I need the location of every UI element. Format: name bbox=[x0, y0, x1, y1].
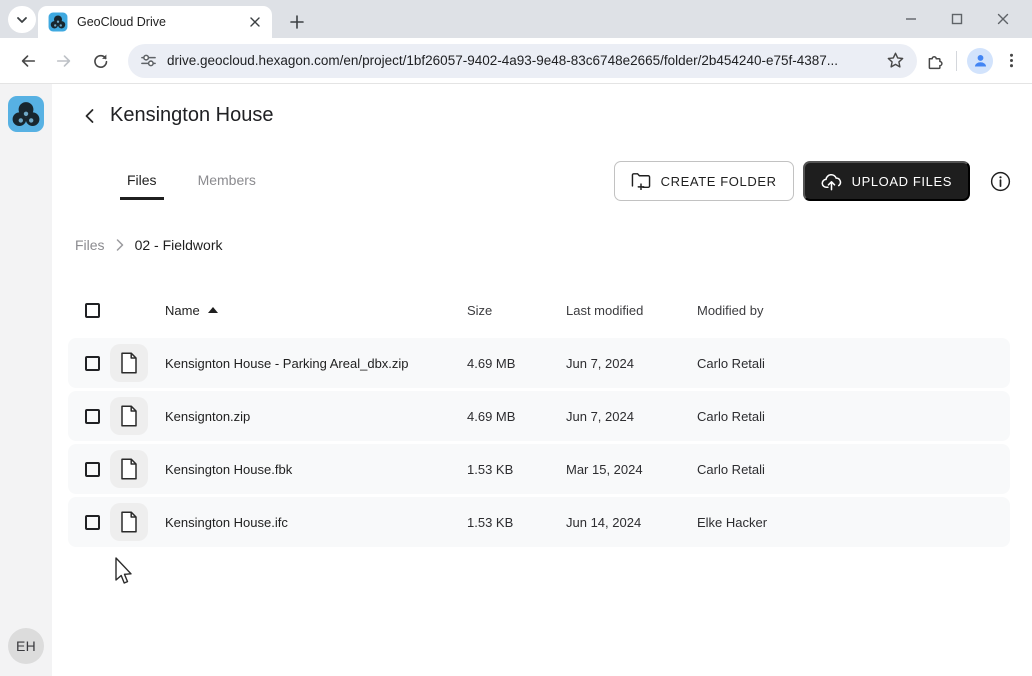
file-icon bbox=[120, 511, 138, 533]
cloud-upload-icon bbox=[821, 172, 842, 191]
window-close-button[interactable] bbox=[992, 8, 1014, 30]
tab-files[interactable]: Files bbox=[120, 170, 164, 200]
window-minimize-button[interactable] bbox=[900, 8, 922, 30]
file-last-modified: Mar 15, 2024 bbox=[566, 462, 697, 477]
window-maximize-button[interactable] bbox=[946, 8, 968, 30]
tab-members[interactable]: Members bbox=[191, 170, 263, 200]
extensions-icon[interactable] bbox=[925, 50, 946, 71]
upload-files-button[interactable]: UPLOAD FILES bbox=[803, 161, 970, 201]
file-size: 1.53 KB bbox=[467, 515, 566, 530]
file-type-chip bbox=[110, 503, 148, 541]
column-header-modified-by[interactable]: Modified by bbox=[697, 303, 1010, 318]
browser-menu-icon[interactable] bbox=[1003, 52, 1020, 69]
site-settings-icon[interactable] bbox=[140, 52, 157, 69]
breadcrumb-current: 02 - Fieldwork bbox=[135, 237, 223, 253]
browser-toolbar: drive.geocloud.hexagon.com/en/project/1b… bbox=[0, 38, 1032, 84]
file-size: 4.69 MB bbox=[467, 409, 566, 424]
file-table: Name Size Last modified Modified by Kens… bbox=[68, 290, 1010, 550]
column-header-name[interactable]: Name bbox=[165, 303, 467, 318]
back-arrow-icon bbox=[19, 52, 37, 70]
table-row[interactable]: Kensington House.ifc 1.53 KB Jun 14, 202… bbox=[68, 497, 1010, 547]
app-sidebar: EH bbox=[0, 84, 52, 676]
tab-search-button[interactable] bbox=[8, 6, 36, 33]
chevron-left-icon bbox=[82, 108, 98, 124]
file-modified-by: Carlo Retali bbox=[697, 462, 1010, 477]
table-row[interactable]: Kensignton House - Parking Areal_dbx.zip… bbox=[68, 338, 1010, 388]
file-type-chip bbox=[110, 397, 148, 435]
file-last-modified: Jun 14, 2024 bbox=[566, 515, 697, 530]
folder-plus-icon bbox=[631, 172, 651, 190]
upload-files-label: UPLOAD FILES bbox=[852, 174, 952, 189]
page-title: Kensington House bbox=[110, 104, 273, 127]
bookmark-star-icon[interactable] bbox=[886, 51, 905, 70]
file-last-modified: Jun 7, 2024 bbox=[566, 356, 697, 371]
geocloud-logo[interactable] bbox=[8, 96, 44, 132]
row-checkbox[interactable] bbox=[85, 462, 100, 477]
breadcrumb: Files 02 - Fieldwork bbox=[75, 237, 222, 253]
column-header-size[interactable]: Size bbox=[467, 303, 566, 318]
row-checkbox[interactable] bbox=[85, 356, 100, 371]
file-icon bbox=[120, 405, 138, 427]
tab-title: GeoCloud Drive bbox=[77, 15, 246, 29]
sort-asc-icon bbox=[208, 307, 218, 313]
new-tab-button[interactable] bbox=[284, 9, 310, 35]
row-checkbox[interactable] bbox=[85, 409, 100, 424]
profile-person-icon bbox=[972, 52, 989, 69]
reload-button[interactable] bbox=[84, 45, 116, 77]
file-name: Kensignton House - Parking Areal_dbx.zip bbox=[165, 356, 467, 371]
back-nav-button[interactable] bbox=[12, 45, 44, 77]
page-back-button[interactable] bbox=[80, 106, 100, 126]
file-last-modified: Jun 7, 2024 bbox=[566, 409, 697, 424]
user-avatar[interactable]: EH bbox=[8, 628, 44, 664]
browser-tabstrip: GeoCloud Drive bbox=[0, 0, 1032, 38]
file-icon bbox=[120, 458, 138, 480]
chevron-down-icon bbox=[15, 13, 29, 27]
url-bar[interactable]: drive.geocloud.hexagon.com/en/project/1b… bbox=[128, 44, 917, 78]
file-name: Kensington House.fbk bbox=[165, 462, 467, 477]
info-button[interactable] bbox=[988, 169, 1012, 193]
view-tabs: Files Members bbox=[120, 170, 263, 200]
reload-icon bbox=[91, 52, 109, 70]
file-icon bbox=[120, 352, 138, 374]
main-content: Kensington House Files Members CREATE FO… bbox=[52, 84, 1032, 676]
browser-tab[interactable]: GeoCloud Drive bbox=[38, 6, 272, 38]
file-modified-by: Carlo Retali bbox=[697, 356, 1010, 371]
file-size: 1.53 KB bbox=[467, 462, 566, 477]
table-header-row: Name Size Last modified Modified by bbox=[68, 290, 1010, 330]
file-name: Kensington House.ifc bbox=[165, 515, 467, 530]
geocloud-favicon bbox=[48, 12, 68, 32]
select-all-checkbox[interactable] bbox=[85, 303, 100, 318]
column-header-last-modified[interactable]: Last modified bbox=[566, 303, 697, 318]
forward-nav-button[interactable] bbox=[48, 45, 80, 77]
tab-close-icon[interactable] bbox=[246, 13, 264, 31]
file-name: Kensignton.zip bbox=[165, 409, 467, 424]
create-folder-label: CREATE FOLDER bbox=[661, 174, 777, 189]
table-row[interactable]: Kensington House.fbk 1.53 KB Mar 15, 202… bbox=[68, 444, 1010, 494]
file-size: 4.69 MB bbox=[467, 356, 566, 371]
file-type-chip bbox=[110, 450, 148, 488]
file-modified-by: Carlo Retali bbox=[697, 409, 1010, 424]
breadcrumb-files[interactable]: Files bbox=[75, 237, 105, 253]
browser-profile-button[interactable] bbox=[967, 48, 993, 74]
file-type-chip bbox=[110, 344, 148, 382]
chevron-right-icon bbox=[116, 239, 124, 251]
toolbar-divider bbox=[956, 51, 957, 71]
plus-icon bbox=[290, 15, 304, 29]
info-icon bbox=[990, 171, 1011, 192]
row-checkbox[interactable] bbox=[85, 515, 100, 530]
forward-arrow-icon bbox=[55, 52, 73, 70]
create-folder-button[interactable]: CREATE FOLDER bbox=[614, 161, 794, 201]
file-modified-by: Elke Hacker bbox=[697, 515, 1010, 530]
url-input[interactable]: drive.geocloud.hexagon.com/en/project/1b… bbox=[167, 53, 886, 68]
table-row[interactable]: Kensignton.zip 4.69 MB Jun 7, 2024 Carlo… bbox=[68, 391, 1010, 441]
